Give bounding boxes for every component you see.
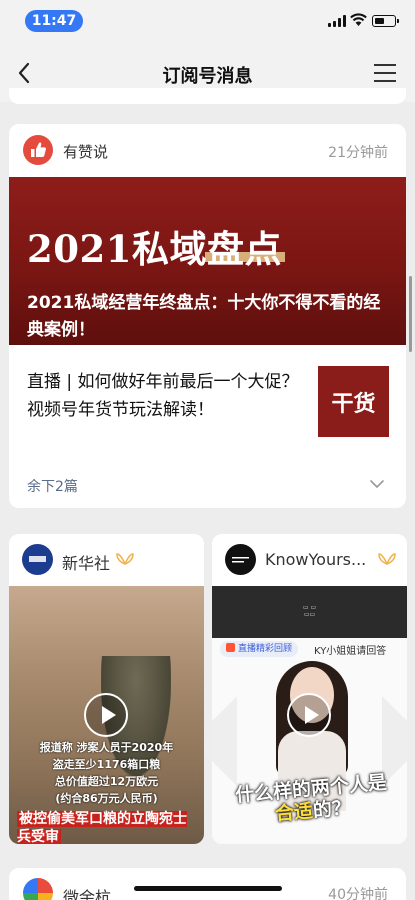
channel-avatar[interactable] [23, 878, 53, 900]
channel-name[interactable]: 有赞说 [63, 141, 108, 162]
video-card-knowyourself[interactable]: KnowYours... ▭ ▭ ▭▭ 直播精彩回顾 KY小姐姐请回答 什么样的两… [212, 534, 407, 844]
video-thumbnail[interactable]: 报道称 涉案人员于2020年 盗走至少1176箱口粮 总价值超过12万欧元 (约… [9, 586, 204, 844]
butterfly-badge-icon [378, 553, 396, 565]
post-time: 21分钟前 [328, 145, 388, 161]
status-time: 11:47 [25, 10, 83, 32]
thumbs-up-icon[interactable] [23, 135, 53, 165]
sub-article-title[interactable]: 直播 | 如何做好年前最后一个大促？视频号年货节玩法解读！ [27, 368, 305, 424]
video-header-strip: ▭ ▭ ▭▭ [212, 586, 407, 638]
status-bar: 11:47 [0, 0, 415, 44]
chevron-down-icon[interactable] [370, 480, 384, 489]
menu-icon[interactable] [374, 64, 396, 82]
channel-name[interactable]: 微余杭 [63, 884, 111, 900]
more-articles-link[interactable]: 余下2篇 [27, 476, 78, 496]
page-title: 订阅号消息 [162, 66, 253, 87]
article-card-yuhang[interactable]: 微余杭 40分钟前 [9, 868, 406, 900]
live-icon [226, 643, 235, 652]
play-icon[interactable] [287, 693, 331, 737]
sub-article-thumbnail[interactable]: 干货 [318, 366, 389, 437]
sub-thumb-text: 干货 [331, 390, 376, 417]
video-headline: 被控偷美军口粮的立陶宛士兵受审 [17, 811, 187, 844]
video-caption: 什么样的两个人是合适的？ [234, 771, 388, 826]
signal-icon [328, 15, 346, 27]
brand-logo: ▭ ▭ ▭▭ [302, 604, 317, 618]
post-time: 40分钟前 [328, 887, 388, 900]
banner-headline: 2021私域盘点 [27, 227, 282, 271]
video-caption-line: 报道称 涉案人员于2020年 [39, 741, 174, 754]
video-card-xinhua[interactable]: 新华社 报道称 涉案人员于2020年 盗走至少1176箱口粮 总价值超过12万欧… [9, 534, 204, 844]
scrollbar[interactable] [409, 276, 412, 352]
battery-icon [372, 15, 399, 27]
channel-name[interactable]: 新华社 [62, 550, 110, 574]
video-caption-line: 总价值超过12万欧元 [54, 775, 159, 788]
decor-arrow-left [212, 696, 237, 786]
channel-name[interactable]: KnowYours... [265, 550, 366, 569]
previous-card-edge [9, 88, 406, 104]
banner-article-title: 2021私域经营年终盘点：十大你不得不看的经典案例！ [27, 293, 381, 340]
video-thumbnail[interactable]: ▭ ▭ ▭▭ 直播精彩回顾 KY小姐姐请回答 什么样的两个人是合适的？ [212, 586, 407, 844]
wifi-icon [350, 13, 367, 26]
channel-avatar[interactable] [22, 544, 53, 575]
play-icon[interactable] [84, 693, 128, 737]
live-replay-tag: 直播精彩回顾 [220, 641, 299, 657]
sub-article[interactable]: 直播 | 如何做好年前最后一个大促？视频号年货节玩法解读！ [27, 368, 305, 428]
program-tag: KY小姐姐请回答 [314, 646, 387, 657]
article-banner[interactable]: 2021私域盘点 2021私域经营年终盘点：十大你不得不看的经典案例！ [9, 177, 406, 345]
video-caption-line: (约合86万元人民币) [55, 792, 158, 805]
article-card[interactable]: 有赞说 21分钟前 2021私域盘点 2021私域经营年终盘点：十大你不得不看的… [9, 124, 406, 508]
home-indicator[interactable] [134, 886, 282, 891]
video-caption-line: 盗走至少1176箱口粮 [52, 758, 161, 771]
channel-avatar[interactable] [225, 544, 256, 575]
butterfly-badge-icon [116, 553, 134, 565]
